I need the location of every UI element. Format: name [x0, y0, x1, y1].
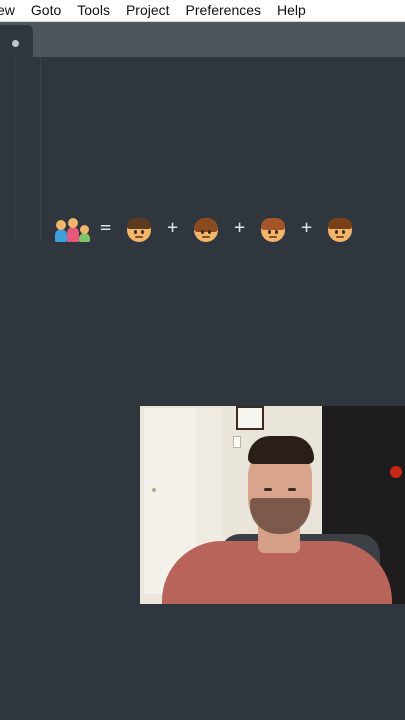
code-line[interactable]: = + + +	[55, 210, 357, 244]
unsaved-dot-icon[interactable]	[12, 40, 19, 47]
menu-help[interactable]: Help	[277, 0, 306, 21]
menu-tools[interactable]: Tools	[77, 0, 110, 21]
plus-operator: +	[301, 216, 312, 238]
red-flower	[390, 466, 402, 478]
woman-icon	[189, 212, 223, 242]
man-icon	[323, 212, 357, 242]
menu-bar: ew Goto Tools Project Preferences Help	[0, 0, 405, 22]
indent-guide	[40, 57, 41, 240]
plus-operator: +	[234, 216, 245, 238]
wall-picture	[236, 406, 264, 430]
boy-icon	[122, 212, 156, 242]
family-icon	[55, 212, 90, 242]
equals-operator: =	[100, 216, 111, 238]
menu-goto[interactable]: Goto	[31, 0, 61, 21]
girl-icon	[256, 212, 290, 242]
plus-operator: +	[167, 216, 178, 238]
tab-strip	[0, 22, 405, 57]
editor-tab[interactable]	[0, 25, 33, 57]
indent-guide	[14, 57, 15, 240]
menu-view[interactable]: ew	[0, 0, 15, 21]
menu-project[interactable]: Project	[126, 0, 170, 21]
webcam-overlay	[140, 406, 405, 604]
menu-preferences[interactable]: Preferences	[186, 0, 261, 21]
